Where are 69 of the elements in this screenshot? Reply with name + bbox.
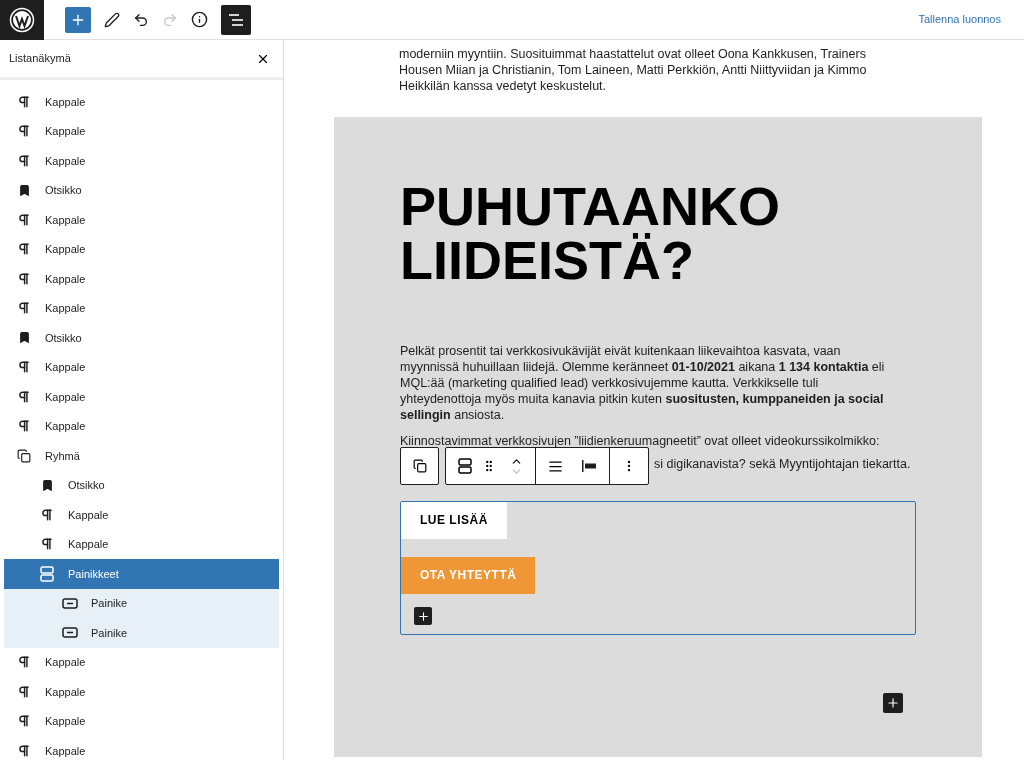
list-view-button[interactable] <box>221 4 251 35</box>
list-view-item[interactable]: Kappale <box>4 736 279 760</box>
list-view-item[interactable]: Kappale <box>4 87 279 117</box>
list-view-item[interactable]: Painike <box>4 588 279 618</box>
content-button[interactable]: LUE LISÄÄ <box>401 502 507 539</box>
paragraph-icon <box>17 389 31 404</box>
paragraph-icon <box>17 419 31 434</box>
paragraph-icon <box>40 537 54 552</box>
paragraph-icon <box>17 714 31 729</box>
paragraph-icon <box>17 655 31 670</box>
list-view-item[interactable]: Ryhmä <box>4 441 279 471</box>
paragraph-icon <box>17 242 31 257</box>
paragraph-icon <box>17 743 31 758</box>
save-draft-link[interactable]: Tallenna luonnos <box>918 11 1001 28</box>
button-icon <box>62 597 78 609</box>
paragraph-icon <box>17 271 31 286</box>
paragraph-icon <box>17 212 31 227</box>
bookmark-icon <box>17 331 31 345</box>
list-view-item[interactable]: Kappale <box>4 677 279 707</box>
list-view-item[interactable]: Painikkeet <box>4 559 279 589</box>
paragraph-icon <box>17 124 31 139</box>
heading: PUHUTAANKO LIIDEISTÄ? <box>400 179 781 287</box>
list-view-item[interactable]: Kappale <box>4 146 279 176</box>
buttons-icon <box>40 565 54 582</box>
paragraph-icon <box>17 94 31 109</box>
paragraph-icon <box>40 507 54 522</box>
body-paragraph: Pelkät prosentit tai verkkosivukävijät eivät kuitenkaan liikevaihtoa kasvata, vaan myynnissä huhuillaan liidejä. Olemme keränneet 01-10/2021 aikana 1 134 kontaktia eli MQL:ää (marketing qualified lead) verkkosivujemme kautta. Verkkikselle tuli yhteydenottoja myös muita kanavia pitkin kuten suositusten, kumppaneiden ja social sellingin ansiosta. <box>400 343 886 423</box>
list-view-item[interactable]: Otsikko <box>4 470 279 500</box>
list-view-item[interactable]: Kappale <box>4 706 279 736</box>
buttons-icon <box>458 458 472 474</box>
list-view-item[interactable]: Kappale <box>4 264 279 294</box>
plus-icon <box>886 696 900 710</box>
panel-title: Listanäkymä <box>9 51 71 67</box>
undo-icon[interactable] <box>133 11 149 28</box>
select-parent-button[interactable] <box>400 447 439 485</box>
body-paragraph: Kiinnostavimmat verkkosivujen ”liidienkeruumagneetit” ovat olleet videokurssikolmikko: <box>400 433 881 449</box>
plus-icon <box>416 609 430 623</box>
list-view-item[interactable]: Painike <box>4 618 279 648</box>
list-view-item[interactable]: Kappale <box>4 382 279 412</box>
paragraph-icon <box>17 153 31 168</box>
list-view-icon <box>228 12 244 27</box>
list-view-item[interactable]: Kappale <box>4 411 279 441</box>
group-icon <box>412 459 427 473</box>
justify-icon[interactable] <box>548 458 563 474</box>
paragraph-icon <box>17 360 31 375</box>
bookmark-icon <box>40 478 54 492</box>
wordpress-logo[interactable] <box>0 0 44 40</box>
list-view-item[interactable]: Kappale <box>4 205 279 235</box>
list-view-item[interactable]: Kappale <box>4 293 279 323</box>
list-view-item[interactable]: Kappale <box>4 234 279 264</box>
pen-icon[interactable] <box>104 11 120 28</box>
list-view-item[interactable]: Kappale <box>4 647 279 677</box>
bookmark-icon <box>17 183 31 197</box>
list-view-item[interactable]: Otsikko <box>4 323 279 353</box>
group-icon <box>17 448 31 463</box>
list-view-item[interactable]: Kappale <box>4 352 279 382</box>
add-block-button[interactable] <box>883 693 903 713</box>
list-view-item[interactable]: Kappale <box>4 500 279 530</box>
add-block-button[interactable] <box>414 607 432 625</box>
list-view-item[interactable]: Otsikko <box>4 175 279 205</box>
list-view-item[interactable]: Kappale <box>4 529 279 559</box>
info-icon[interactable] <box>191 11 208 28</box>
body-paragraph: si digikanavista? sekä Myyntijohtajan tiekartta. <box>654 456 911 472</box>
paragraph-icon <box>17 301 31 316</box>
align-left-icon[interactable] <box>581 459 597 473</box>
paragraph-icon <box>17 684 31 699</box>
button-icon <box>62 627 78 639</box>
intro-paragraph: moderniin myyntiin. Suosituimmat haastattelut ovat olleet Oona Kankkusen, Trainers Housen Miian ja Christianin, Tom Laineen, Matti Perkkiön, Antti Niittyviidan ja Kimmo Heikkilän kanssa vedetyt keskustelut. <box>399 46 868 94</box>
list-view-item[interactable]: Kappale <box>4 116 279 146</box>
